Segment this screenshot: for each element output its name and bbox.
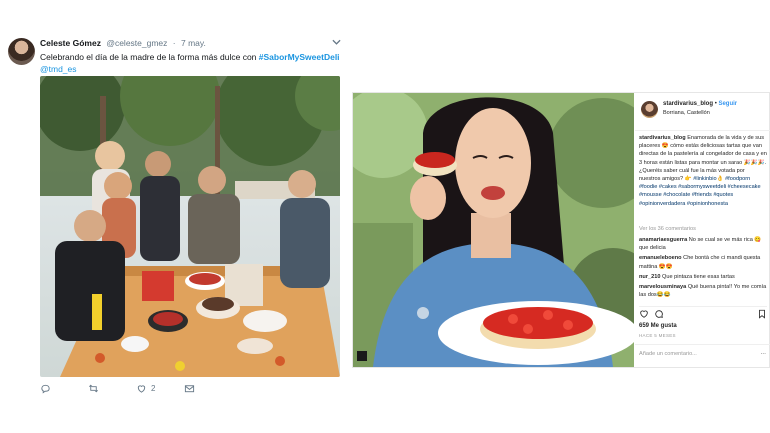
envelope-icon [184, 384, 195, 392]
author-name[interactable]: Celeste Gómez [40, 38, 101, 48]
tweet-text: Celebrando el día de la madre de la form… [40, 51, 340, 75]
add-comment-placeholder: Añade un comentario... [639, 351, 697, 357]
comment-username[interactable]: anamariaesguerra [639, 237, 687, 243]
comments-list: anamariaesguerra No se cual se ve más ri… [639, 236, 767, 301]
location[interactable]: Borriana, Castellón [663, 110, 710, 116]
instagram-actions [639, 306, 767, 319]
chevron-down-icon[interactable] [332, 38, 341, 48]
more-options-button[interactable]: ··· [760, 351, 766, 360]
list-item: emanueleboeno Che bontà che ci mandi que… [639, 254, 767, 270]
comment-text: Que pintaza tiene esas tartas [660, 273, 735, 280]
retweet-icon [89, 384, 98, 392]
comment-username[interactable]: nur_210 [639, 274, 660, 280]
avatar[interactable] [641, 101, 658, 118]
retweet-button[interactable] [88, 383, 136, 394]
comment-icon[interactable] [654, 309, 664, 319]
direct-message-button[interactable] [184, 383, 232, 394]
like-button[interactable]: 2 [136, 383, 184, 394]
like-count: 2 [151, 383, 156, 393]
separator: • [714, 101, 717, 107]
instagram-post: stardivarius_blog • Seguir Borriana, Cas… [352, 92, 770, 368]
view-all-comments-link[interactable]: Ver los 36 comentarios [639, 226, 696, 232]
avatar[interactable] [8, 38, 35, 65]
bookmark-icon[interactable] [757, 309, 767, 319]
list-item: marvelousminaya Qué buena pinta!! Yo me … [639, 283, 767, 299]
instagram-header: stardivarius_blog • Seguir Borriana, Cas… [635, 93, 770, 131]
username[interactable]: stardivarius_blog [663, 101, 713, 107]
separator: · [172, 38, 176, 48]
reply-button[interactable] [40, 383, 88, 394]
follow-button[interactable]: Seguir [718, 101, 737, 107]
list-item: nur_210 Que pintaza tiene esas tartas [639, 273, 767, 281]
tweet-header: Celeste Gómez @celeste_gmez · 7 may. [40, 38, 206, 48]
tweet-date[interactable]: 7 may. [181, 38, 206, 48]
heart-icon [137, 384, 146, 393]
tweet-card: Celeste Gómez @celeste_gmez · 7 may. Cel… [0, 28, 350, 408]
caption: stardivarius_blog Enamorada de la vida y… [639, 134, 767, 208]
hashtag-link[interactable]: #SaborMySweetDeli [259, 52, 340, 62]
caption-username[interactable]: stardivarius_blog [639, 135, 686, 141]
tweet-photo[interactable] [40, 76, 340, 377]
instagram-photo[interactable] [353, 93, 634, 367]
comment-username[interactable]: emanueleboeno [639, 255, 682, 261]
list-item: anamariaesguerra No se cual se ve más ri… [639, 236, 767, 252]
instagram-sidebar: stardivarius_blog • Seguir Borriana, Cas… [635, 93, 770, 367]
mention-link[interactable]: @tmd_es [40, 64, 77, 74]
caption-text: Enamorada de la vida y de sus placeres 😍… [639, 135, 767, 183]
add-comment-field[interactable]: Añade un comentario... ··· [635, 344, 770, 366]
author-handle[interactable]: @celeste_gmez [106, 38, 167, 48]
likes-count[interactable]: 659 Me gusta [639, 323, 677, 329]
username-row: stardivarius_blog • Seguir [663, 101, 737, 107]
tweet-body: Celebrando el día de la madre de la form… [40, 52, 259, 62]
post-time[interactable]: HACE 5 MESES [639, 333, 676, 338]
reply-icon [41, 384, 50, 394]
comment-username[interactable]: marvelousminaya [639, 284, 686, 290]
tweet-actions: 2 [40, 381, 340, 395]
heart-icon[interactable] [639, 309, 649, 319]
